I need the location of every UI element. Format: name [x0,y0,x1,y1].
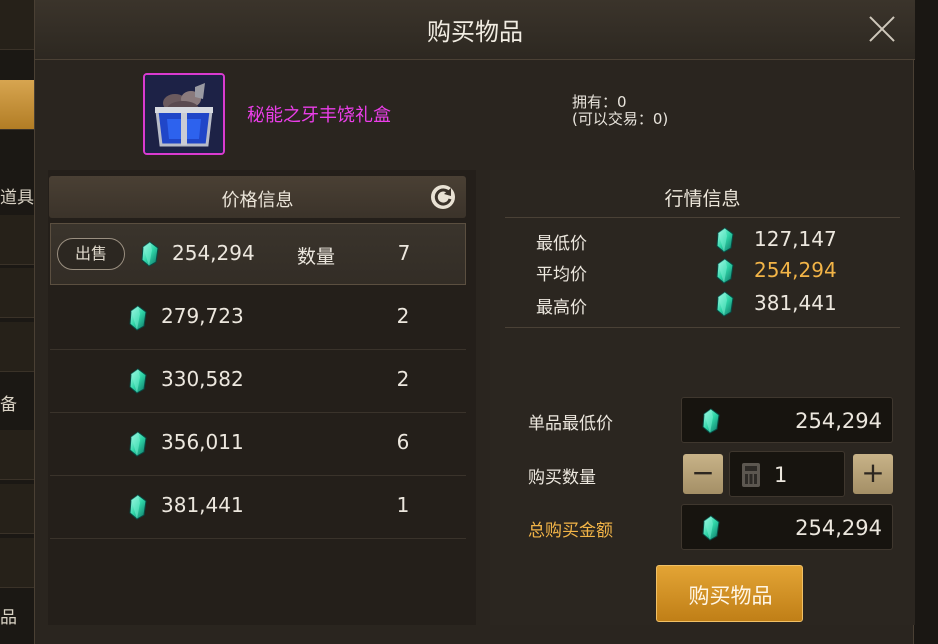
dialog-titlebar: 购买物品 [35,0,915,60]
refresh-icon[interactable] [430,184,456,210]
gem-icon [701,408,721,434]
gem-icon [715,258,735,284]
avg-price-value: 254,294 [754,258,837,282]
row-price: 330,582 [161,367,244,391]
calculator-icon[interactable] [742,463,760,487]
price-row[interactable]: 279,723 2 [50,287,466,350]
market-panel: 行情信息 最低价 127,147 平均价 254,294 最高价 381,441… [490,170,915,625]
min-price-label: 最低价 [536,234,587,254]
total-price-label: 总购买金额 [528,521,613,541]
minus-icon: − [691,456,715,489]
max-price-value: 381,441 [754,291,837,315]
buy-item-button[interactable]: 购买物品 [656,565,803,622]
buy-quantity-label: 购买数量 [528,468,596,488]
owned-label: 拥有：0 [572,93,627,111]
divider [505,327,900,328]
background-tab [0,538,34,588]
row-quantity: 7 [397,241,411,265]
price-row-selected[interactable]: 出售 254,294 数量 7 [50,223,466,285]
gem-icon [701,515,721,541]
background-tab [0,215,34,265]
dialog-title: 购买物品 [427,18,523,46]
avg-price-label: 平均价 [536,265,587,285]
background-tab [0,430,34,480]
gift-box-icon [143,73,225,155]
price-list-header: 价格信息 [49,176,466,218]
background-tab [0,268,34,318]
unit-price-field: 254,294 [681,397,893,443]
row-price: 356,011 [161,430,244,454]
row-price: 279,723 [161,304,244,328]
min-price-value: 127,147 [754,227,837,251]
price-row[interactable]: 381,441 1 [50,476,466,539]
quantity-increase-button[interactable]: + [853,454,893,494]
quantity-input[interactable]: 1 [729,451,845,497]
row-quantity: 2 [396,367,410,391]
owned-count: 拥有：0 (可以交易：0) [572,94,668,128]
gem-icon [128,494,148,520]
row-quantity: 6 [396,430,410,454]
plus-icon: + [861,456,885,489]
close-icon[interactable] [865,12,899,46]
row-price: 381,441 [161,493,244,517]
price-list-panel: 价格信息 出售 254,294 数量 7 279,723 2 330,582 2 [48,170,476,625]
row-quantity: 2 [396,304,410,328]
total-price-value: 254,294 [795,516,882,540]
max-price-label: 最高价 [536,298,587,318]
sell-badge[interactable]: 出售 [57,238,125,270]
quantity-value: 1 [774,463,788,487]
background-tab [0,0,34,50]
background-tab-active [0,80,34,130]
tradeable-label: (可以交易：0) [572,110,669,128]
price-row[interactable]: 356,011 6 [50,413,466,476]
background-tab-bottom-label: 品 [0,608,17,628]
gem-icon [128,305,148,331]
background-tab [0,322,34,372]
row-price: 254,294 [172,241,255,265]
buy-item-dialog: 购买物品 秘能之牙丰饶礼盒 拥有：0 (可以交易：0) 价格信息 出售 254,… [34,0,915,644]
unit-price-label: 单品最低价 [528,414,613,434]
gem-icon [140,241,160,267]
row-quantity: 1 [396,493,410,517]
total-price-field: 254,294 [681,504,893,550]
quantity-label: 数量 [297,246,336,268]
gem-icon [715,227,735,253]
gem-icon [128,368,148,394]
quantity-decrease-button[interactable]: − [683,454,723,494]
background-tab [0,484,34,534]
unit-price-value: 254,294 [795,409,882,433]
background-tab-items-label: 道具 [0,188,34,208]
market-title: 行情信息 [664,188,741,210]
gem-icon [715,291,735,317]
divider [505,217,900,218]
gem-icon [128,431,148,457]
price-row[interactable]: 330,582 2 [50,350,466,413]
item-name: 秘能之牙丰饶礼盒 [247,105,391,126]
background-tab-equip-label: 备 [0,395,17,415]
buy-item-button-label: 购买物品 [688,584,773,608]
price-list-title: 价格信息 [221,190,294,211]
